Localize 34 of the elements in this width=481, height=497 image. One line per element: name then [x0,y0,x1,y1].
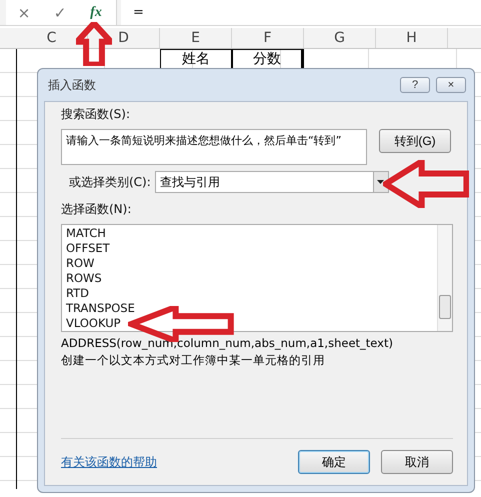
function-item[interactable]: TRANSPOSE [66,301,135,316]
column-header[interactable]: D [88,28,160,48]
column-header[interactable]: C [16,28,88,48]
function-description: 创建一个以文本方式对工作簿中某一单元格的引用 [61,353,326,368]
search-field[interactable]: 请输入一条简短说明来描述您想做什么，然后单击“转到” [61,129,367,165]
function-item[interactable]: RTD [66,286,90,301]
dropdown-icon[interactable] [372,172,388,192]
function-item[interactable]: OFFSET [66,241,110,256]
column-header[interactable]: E [160,28,232,48]
dialog-title: 插入函数 [48,76,97,94]
column-header[interactable]: F [232,28,304,48]
functions-label: 选择函数(N): [61,201,132,218]
up-arrow [76,22,112,66]
help-button[interactable]: ? [400,77,430,93]
formula-input[interactable]: = [121,0,481,25]
function-item[interactable]: MATCH [66,226,106,241]
column-header[interactable]: G [304,28,376,48]
search-label: 搜索函数(S): [61,106,132,123]
function-item[interactable]: ROWS [66,271,102,286]
function-syntax: ADDRESS(row_num,column_num,abs_num,a1,sheet_text) [61,336,394,350]
category-dropdown[interactable]: 查找与引用 [154,171,389,193]
enter-button[interactable]: ✓ [42,4,78,22]
category-label: 或选择类别(C): [69,174,151,190]
column-header[interactable]: H [376,28,448,48]
insert-function-button[interactable]: fx [78,4,114,20]
function-item[interactable]: VLOOKUP [66,316,121,331]
cancel-button[interactable]: × [6,4,42,22]
function-item[interactable]: ROW [66,256,94,271]
help-link[interactable]: 有关该函数的帮助 [61,454,287,470]
close-button[interactable]: × [436,77,466,93]
cancel-button[interactable]: 取消 [381,450,453,474]
scrollbar[interactable] [437,225,452,331]
ok-button[interactable]: 确定 [298,450,370,474]
go-button[interactable]: 转到(G) [379,129,451,153]
